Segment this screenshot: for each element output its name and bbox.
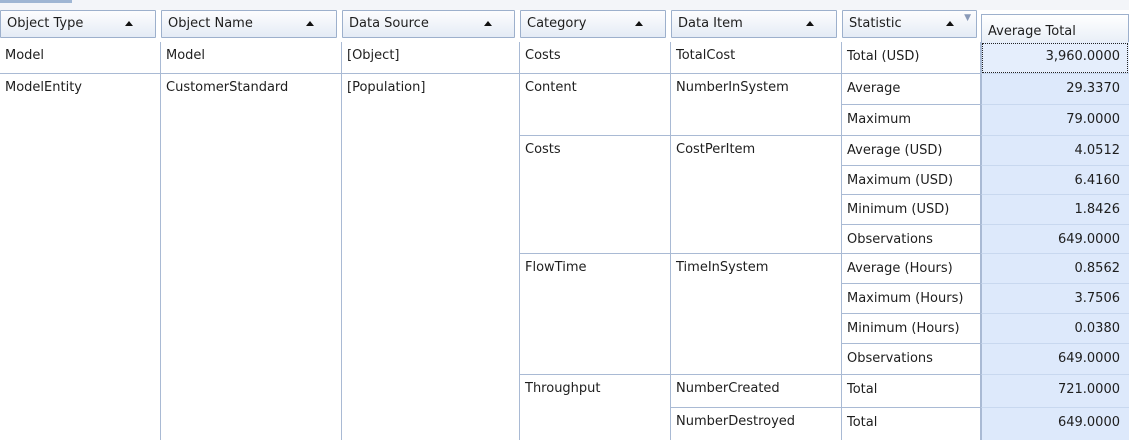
sort-ascending-icon <box>125 21 133 26</box>
cell-object-type[interactable]: ModelEntity <box>0 74 161 440</box>
column-header-label: Category <box>527 16 587 31</box>
cell-category[interactable]: Costs <box>520 42 671 74</box>
cell-statistic[interactable]: Maximum (Hours) <box>842 284 981 314</box>
column-header-label: Object Type <box>7 16 84 31</box>
cell-data-item[interactable]: NumberDestroyed <box>671 408 842 440</box>
cell-value[interactable]: 3,960.0000 <box>981 42 1129 74</box>
cell-value[interactable]: 0.0380 <box>981 314 1129 344</box>
column-header-label: Object Name <box>168 16 253 31</box>
sort-ascending-icon <box>946 21 954 26</box>
filter-icon[interactable]: ▼ <box>964 13 971 23</box>
cell-statistic[interactable]: Maximum <box>842 105 981 136</box>
cell-category[interactable]: Throughput <box>520 375 671 440</box>
cell-value[interactable]: 649.0000 <box>981 344 1129 375</box>
cell-statistic[interactable]: Minimum (USD) <box>842 195 981 225</box>
cell-object-name[interactable]: Model <box>161 42 342 74</box>
cell-statistic[interactable]: Minimum (Hours) <box>842 314 981 344</box>
cell-statistic[interactable]: Observations <box>842 344 981 375</box>
cell-data-source[interactable]: [Population] <box>342 74 520 440</box>
column-header-object-type[interactable]: Object Type <box>0 10 156 38</box>
cell-data-source[interactable]: [Object] <box>342 42 520 74</box>
cell-category[interactable]: FlowTime <box>520 254 671 375</box>
sort-ascending-icon <box>306 21 314 26</box>
column-header-label: Statistic <box>849 16 902 31</box>
cell-statistic[interactable]: Maximum (USD) <box>842 166 981 195</box>
top-strip <box>0 0 1129 10</box>
cell-value[interactable]: 79.0000 <box>981 105 1129 136</box>
cell-value[interactable]: 649.0000 <box>981 225 1129 254</box>
cell-data-item[interactable]: TimeInSystem <box>671 254 842 375</box>
column-header-data-source[interactable]: Data Source <box>342 10 515 38</box>
cell-value[interactable]: 4.0512 <box>981 136 1129 166</box>
column-header-label: Average Total <box>988 24 1076 39</box>
cell-value[interactable]: 6.4160 <box>981 166 1129 195</box>
tab-indicator <box>0 0 72 3</box>
column-header-object-name[interactable]: Object Name <box>161 10 337 38</box>
sort-ascending-icon <box>484 21 492 26</box>
cell-statistic[interactable]: Observations <box>842 225 981 254</box>
column-header-label: Data Source <box>349 16 429 31</box>
cell-statistic[interactable]: Total (USD) <box>842 42 981 74</box>
cell-statistic[interactable]: Average (Hours) <box>842 254 981 284</box>
cell-statistic[interactable]: Total <box>842 408 981 440</box>
cell-value[interactable]: 1.8426 <box>981 195 1129 225</box>
cell-value[interactable]: 3.7506 <box>981 284 1129 314</box>
column-header-statistic[interactable]: Statistic ▼ <box>842 10 977 38</box>
cell-statistic[interactable]: Average <box>842 74 981 105</box>
cell-data-item[interactable]: NumberCreated <box>671 375 842 408</box>
cell-category[interactable]: Content <box>520 74 671 136</box>
column-header-data-item[interactable]: Data Item <box>671 10 837 38</box>
cell-value[interactable]: 721.0000 <box>981 375 1129 408</box>
sort-ascending-icon <box>806 21 814 26</box>
cell-value[interactable]: 0.8562 <box>981 254 1129 284</box>
cell-object-type[interactable]: Model <box>0 42 161 74</box>
cell-data-item[interactable]: NumberInSystem <box>671 74 842 136</box>
cell-category[interactable]: Costs <box>520 136 671 254</box>
sort-ascending-icon <box>635 21 643 26</box>
cell-statistic[interactable]: Total <box>842 375 981 408</box>
cell-statistic[interactable]: Average (USD) <box>842 136 981 166</box>
cell-value[interactable]: 29.3370 <box>981 74 1129 105</box>
column-header-label: Data Item <box>678 16 743 31</box>
cell-data-item[interactable]: TotalCost <box>671 42 842 74</box>
cell-data-item[interactable]: CostPerItem <box>671 136 842 254</box>
column-header-average-total[interactable]: Average Total <box>981 14 1129 42</box>
cell-value[interactable]: 649.0000 <box>981 408 1129 440</box>
cell-object-name[interactable]: CustomerStandard <box>161 74 342 440</box>
column-header-category[interactable]: Category <box>520 10 666 38</box>
